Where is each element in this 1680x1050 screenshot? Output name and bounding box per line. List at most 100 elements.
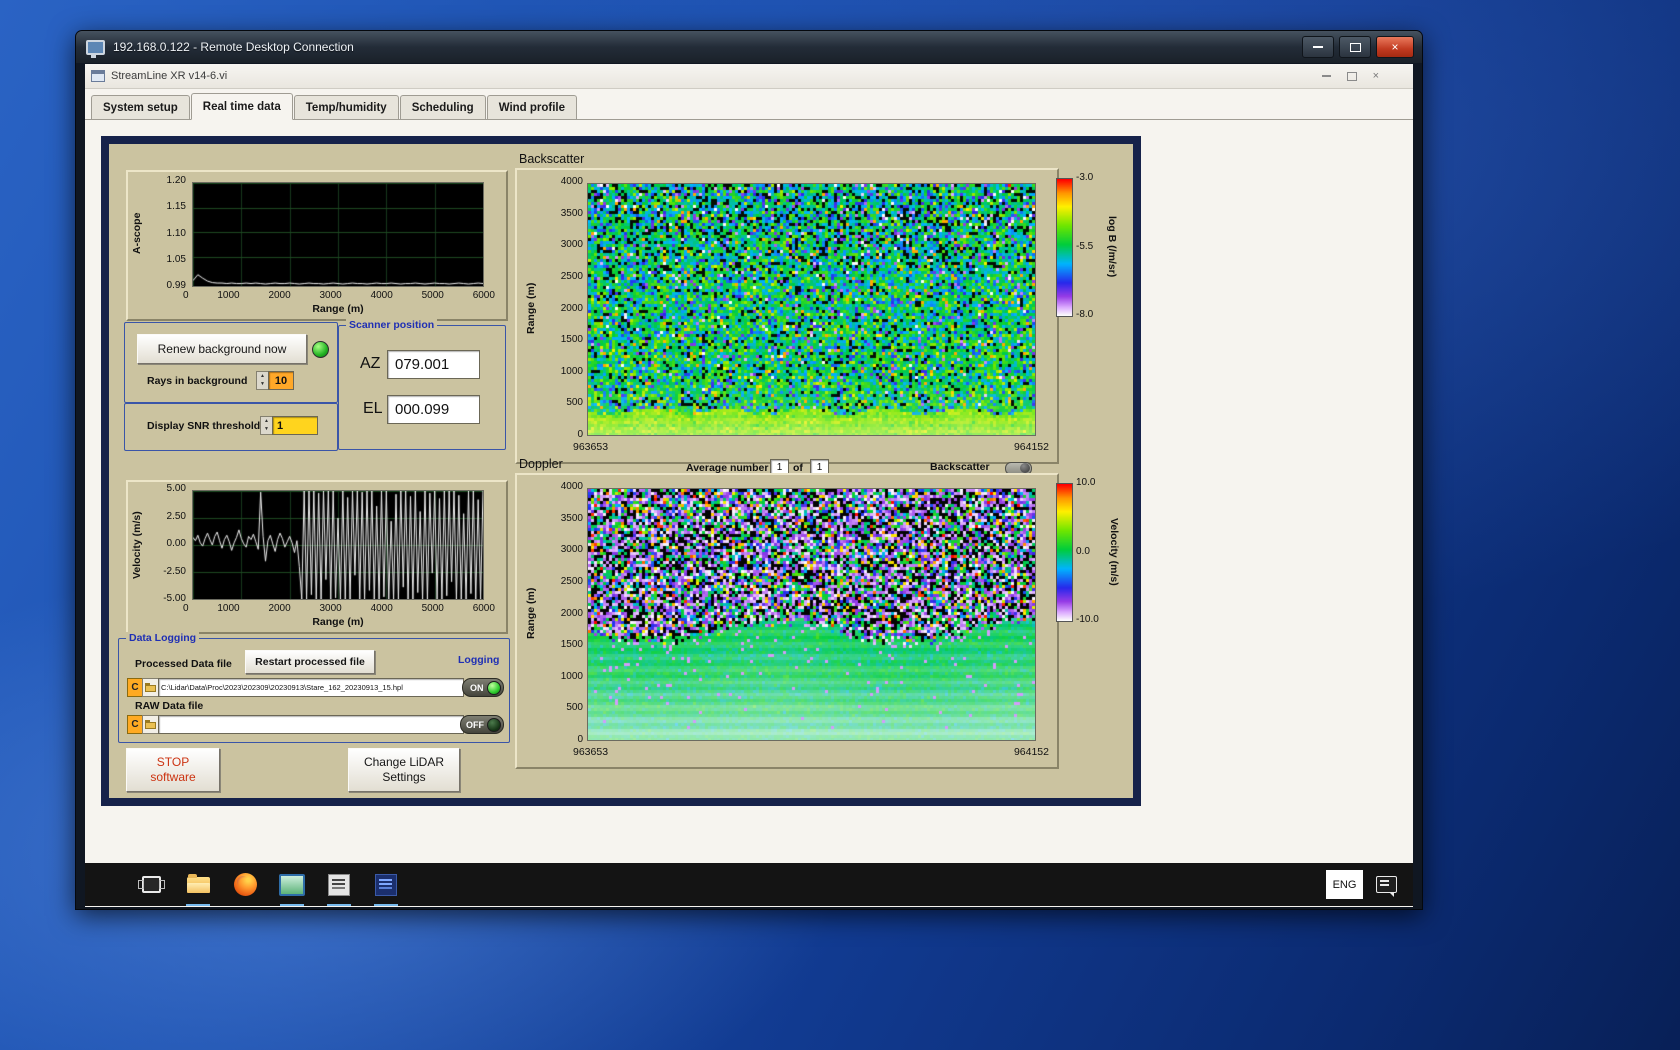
tab-real-time-data[interactable]: Real time data xyxy=(190,93,293,120)
backscatter-heatmap xyxy=(587,183,1036,436)
doppler-section-title: Doppler xyxy=(519,457,563,471)
processed-toggle-state: ON xyxy=(470,682,484,693)
change-settings-line2: Settings xyxy=(382,770,426,784)
background-led-indicator xyxy=(312,341,329,358)
app-minimize-button[interactable] xyxy=(1321,75,1331,77)
raw-path-field[interactable] xyxy=(158,715,464,734)
raw-data-file-label: RAW Data file xyxy=(135,700,204,712)
backscatter-x-end: 964152 xyxy=(1013,441,1049,453)
az-value-field[interactable]: 079.001 xyxy=(387,350,480,379)
backscatter-toggle-label: Backscatter xyxy=(930,461,990,473)
processed-path-field[interactable]: C:\Lidar\Data\Proc\2023\202309\20230913\… xyxy=(158,678,464,697)
velocity-x-axis-label: Range (m) xyxy=(312,616,364,628)
tab-temp-humidity[interactable]: Temp/humidity xyxy=(293,95,399,119)
firefox-icon xyxy=(233,873,257,896)
backscatter-y-ticks: 4000 3500 3000 2500 2000 1500 1000 500 0 xyxy=(560,176,583,440)
scan-scheduler-button[interactable] xyxy=(325,863,353,906)
rdp-window-title: 192.168.0.122 - Remote Desktop Connectio… xyxy=(113,40,354,54)
main-panel-frame: A-scope 1.20 1.15 1.10 1.05 0.99 0 1000 2000 30… xyxy=(101,136,1141,806)
doppler-x-start: 963653 xyxy=(573,746,609,758)
ascope-x-ticks: 0 1000 2000 3000 4000 5000 6000 xyxy=(183,290,495,301)
backscatter-x-start: 963653 xyxy=(573,441,609,453)
app-close-button[interactable]: × xyxy=(1373,70,1379,82)
rdp-close-button[interactable]: × xyxy=(1376,36,1414,58)
instrument-panel: A-scope 1.20 1.15 1.10 1.05 0.99 0 1000 2000 30… xyxy=(109,144,1133,798)
doppler-colorbar-ticks: 10.0 0.0 -10.0 xyxy=(1076,477,1099,625)
app-title: StreamLine XR v14-6.vi xyxy=(111,70,228,82)
doppler-x-end: 964152 xyxy=(1013,746,1049,758)
language-indicator[interactable]: ENG xyxy=(1326,870,1363,899)
restart-processed-file-button[interactable]: Restart processed file xyxy=(245,650,375,674)
snr-threshold-label: Display SNR threshold xyxy=(147,420,261,432)
ascope-plot-box: A-scope 1.20 1.15 1.10 1.05 0.99 0 1000 2000 30… xyxy=(126,170,508,321)
display-app-icon xyxy=(279,873,305,896)
processed-drive-selector[interactable]: C xyxy=(127,678,143,697)
data-logging-title: Data Logging xyxy=(126,632,200,644)
task-view-button[interactable] xyxy=(137,863,165,906)
snr-value-field[interactable]: 1 xyxy=(272,416,318,435)
stop-software-line1: STOP xyxy=(156,755,190,769)
maximize-icon xyxy=(1349,42,1361,52)
change-lidar-settings-button[interactable]: Change LiDAR Settings xyxy=(348,748,460,792)
file-explorer-button[interactable] xyxy=(184,863,212,906)
file-explorer-icon xyxy=(186,873,210,893)
logging-label: Logging xyxy=(458,654,500,666)
velocity-x-ticks: 0 1000 2000 3000 4000 5000 6000 xyxy=(183,603,495,614)
remote-session: StreamLine XR v14-6.vi × System setup Re… xyxy=(85,64,1413,907)
remote-desktop-icon xyxy=(86,39,105,58)
velocity-plot-box: Velocity (m/s) 5.00 2.50 0.00 -2.50 -5.00 01… xyxy=(126,480,508,634)
raw-browse-folder-icon[interactable] xyxy=(142,715,159,734)
backscatter-colorbar xyxy=(1056,178,1073,317)
backscatter-colorbar-ticks: -3.0 -5.5 -8.0 xyxy=(1076,172,1094,320)
app-window-button[interactable] xyxy=(372,863,400,906)
background-controls-group: Renew background now Rays in background … xyxy=(124,322,338,403)
processed-data-file-label: Processed Data file xyxy=(135,658,232,670)
minimize-icon xyxy=(1313,46,1323,48)
doppler-heatmap xyxy=(587,488,1036,741)
tab-wind-profile[interactable]: Wind profile xyxy=(486,95,578,119)
ascope-x-axis-label: Range (m) xyxy=(312,303,364,315)
snr-threshold-group: Display SNR threshold ▲ ▼ 1 xyxy=(124,403,338,451)
firefox-button[interactable] xyxy=(231,863,259,906)
doppler-y-ticks: 4000 3500 3000 2500 2000 1500 1000 500 0 xyxy=(560,481,583,745)
rays-in-background-label: Rays in background xyxy=(147,375,248,387)
scanner-position-title: Scanner position xyxy=(346,319,438,331)
raw-drive-selector[interactable]: C xyxy=(127,715,143,734)
scanner-position-group: Scanner position AZ 079.001 EL 000.099 xyxy=(338,319,506,450)
backscatter-plot-box: Range (m) 4000 3500 3000 2500 2000 1500 1000 50… xyxy=(515,168,1059,464)
tab-bar: System setup Real time data Temp/humidit… xyxy=(85,93,1413,120)
raw-toggle-state: OFF xyxy=(466,719,484,730)
velocity-y-ticks: 5.00 2.50 0.00 -2.50 -5.00 xyxy=(163,483,186,604)
doppler-colorbar xyxy=(1056,483,1073,622)
ascope-y-axis-label: A-scope xyxy=(131,212,143,254)
tab-system-setup[interactable]: System setup xyxy=(91,95,190,119)
raw-logging-toggle[interactable]: OFF xyxy=(460,715,504,734)
raw-toggle-knob-icon xyxy=(487,717,501,732)
tab-scheduling[interactable]: Scheduling xyxy=(399,95,486,119)
ascope-y-ticks: 1.20 1.15 1.10 1.05 0.99 xyxy=(166,175,186,291)
rdp-maximize-button[interactable] xyxy=(1339,36,1371,58)
renew-background-button[interactable]: Renew background now xyxy=(137,334,307,364)
doppler-plot-box: Range (m) 4000 3500 3000 2500 2000 1500 1000 50… xyxy=(515,473,1059,769)
app-restore-button[interactable] xyxy=(1346,71,1357,81)
stop-software-button[interactable]: STOP software xyxy=(126,748,220,792)
processed-logging-toggle[interactable]: ON xyxy=(462,678,504,697)
az-label: AZ xyxy=(360,355,381,372)
rdp-titlebar[interactable]: 192.168.0.122 - Remote Desktop Connectio… xyxy=(76,31,1422,63)
display-app-button[interactable] xyxy=(278,863,306,906)
velocity-y-axis-label: Velocity (m/s) xyxy=(131,511,143,579)
processed-toggle-knob-icon xyxy=(486,680,501,695)
rdp-window: 192.168.0.122 - Remote Desktop Connectio… xyxy=(75,30,1423,910)
taskbar: ENG xyxy=(85,863,1413,906)
doppler-colorbar-label: Velocity (m/s) xyxy=(1108,517,1120,586)
rays-value-field[interactable]: 10 xyxy=(268,371,294,390)
el-value-field[interactable]: 000.099 xyxy=(387,395,480,424)
scan-scheduler-icon xyxy=(328,873,350,896)
rdp-minimize-button[interactable] xyxy=(1302,36,1334,58)
app-titlebar[interactable]: StreamLine XR v14-6.vi × xyxy=(85,64,1413,89)
backscatter-y-axis-label: Range (m) xyxy=(525,282,537,334)
notification-chat-icon[interactable] xyxy=(1376,876,1397,897)
task-view-icon xyxy=(137,876,165,893)
backscatter-colorbar-label: log B (/m/sr) xyxy=(1106,215,1118,278)
processed-browse-folder-icon[interactable] xyxy=(142,678,159,697)
